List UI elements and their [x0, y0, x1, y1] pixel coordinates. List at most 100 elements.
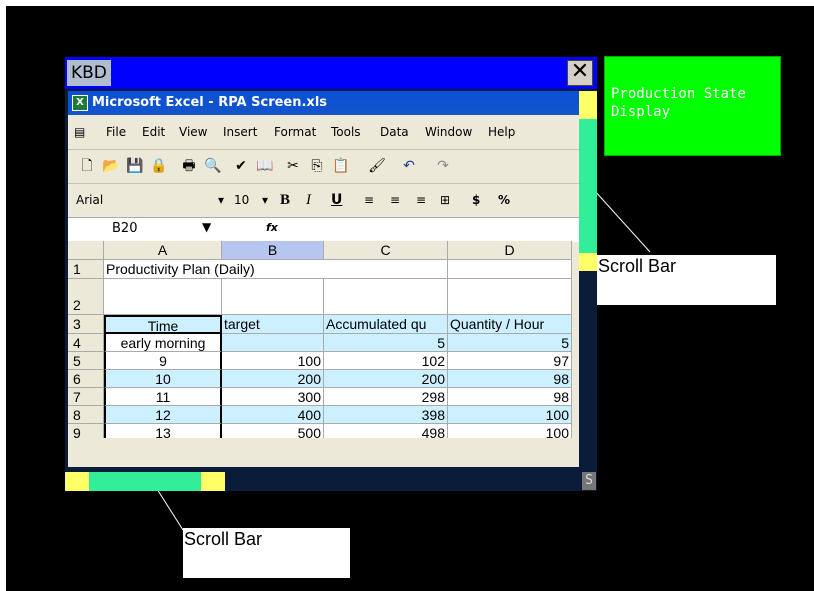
cut-icon[interactable]: ✂ — [284, 157, 302, 175]
fx-icon[interactable]: fx — [266, 221, 278, 234]
font-name-select[interactable]: Arial — [76, 191, 216, 209]
cell-accumulated[interactable]: 498 — [324, 424, 448, 438]
close-button[interactable]: ✕ — [567, 60, 593, 86]
paste-icon[interactable]: 📋 — [332, 157, 350, 175]
row-header[interactable]: 4 — [68, 334, 104, 352]
cell-accumulated[interactable]: 298 — [324, 388, 448, 406]
cell-quantity-hour[interactable]: 100 — [448, 406, 572, 424]
scroll-up-button[interactable] — [579, 91, 597, 119]
kbd-button[interactable]: KBD — [67, 60, 111, 86]
cell-time[interactable]: early morning — [104, 334, 222, 352]
row-header[interactable]: 5 — [68, 352, 104, 370]
row-header[interactable]: 2 — [68, 279, 104, 315]
cell-quantity-hour[interactable]: 98 — [448, 370, 572, 388]
horizontal-scroll-thumb[interactable] — [89, 472, 201, 491]
column-header-d[interactable]: D — [448, 241, 572, 260]
vertical-scroll-thumb[interactable] — [579, 119, 597, 253]
cell-time[interactable]: 12 — [104, 406, 222, 424]
cell-quantity-hour[interactable]: 97 — [448, 352, 572, 370]
underline-button[interactable]: U — [331, 191, 342, 209]
scroll-right-button[interactable] — [201, 472, 225, 491]
row-header[interactable]: 8 — [68, 406, 104, 424]
menu-format[interactable]: Format — [274, 125, 316, 139]
menu-data[interactable]: Data — [380, 125, 409, 139]
cell-target[interactable]: 300 — [222, 388, 324, 406]
name-box[interactable]: B20 — [112, 221, 137, 236]
currency-button[interactable]: $ — [472, 191, 480, 209]
header-accumulated[interactable]: Accumulated qu — [324, 315, 448, 334]
cell[interactable] — [448, 279, 572, 315]
cell[interactable] — [222, 279, 324, 315]
align-center-icon[interactable]: ≡ — [390, 191, 400, 209]
header-time[interactable]: Time — [104, 315, 222, 334]
menu-view[interactable]: View — [179, 125, 207, 139]
cell-quantity-hour[interactable]: 100 — [448, 424, 572, 438]
cell-quantity-hour[interactable]: 5 — [448, 334, 572, 352]
font-name-dropdown-icon[interactable]: ▾ — [218, 191, 224, 209]
row-header[interactable]: 3 — [68, 315, 104, 334]
horizontal-scrollbar[interactable] — [65, 472, 597, 491]
cell-target[interactable]: 500 — [222, 424, 324, 438]
permission-icon[interactable]: 🔒 — [150, 157, 168, 175]
cell-quantity-hour[interactable]: 98 — [448, 388, 572, 406]
cell-accumulated[interactable]: 5 — [324, 334, 448, 352]
cell-time[interactable]: 13 — [104, 424, 222, 438]
cell[interactable] — [324, 260, 448, 279]
cell-time[interactable]: 9 — [104, 352, 222, 370]
scroll-s-button[interactable]: S — [582, 472, 596, 490]
menu-window[interactable]: Window — [425, 125, 472, 139]
cell-accumulated[interactable]: 398 — [324, 406, 448, 424]
cell-time[interactable]: 10 — [104, 370, 222, 388]
research-icon[interactable]: 📖 — [256, 157, 274, 175]
align-left-icon[interactable]: ≡ — [364, 191, 374, 209]
scroll-left-button[interactable] — [65, 472, 89, 491]
row-header[interactable]: 9 — [68, 424, 104, 438]
align-right-icon[interactable]: ≡ — [416, 191, 426, 209]
percent-button[interactable]: % — [498, 191, 510, 209]
new-document-icon[interactable]: 🗋 — [78, 157, 96, 175]
corner-cell[interactable] — [68, 241, 104, 260]
save-icon[interactable]: 💾 — [126, 157, 144, 175]
bold-button[interactable]: B — [280, 191, 290, 209]
scroll-down-button[interactable] — [579, 253, 597, 271]
cell[interactable] — [324, 279, 448, 315]
menu-insert[interactable]: Insert — [223, 125, 257, 139]
row-header[interactable]: 6 — [68, 370, 104, 388]
sheet-title-cell[interactable]: Productivity Plan (Daily) — [104, 260, 324, 279]
cell-target[interactable]: 400 — [222, 406, 324, 424]
cell-target[interactable] — [222, 334, 324, 352]
font-size-dropdown-icon[interactable]: ▾ — [262, 191, 268, 209]
menu-help[interactable]: Help — [488, 125, 515, 139]
vertical-scrollbar[interactable] — [579, 91, 597, 467]
italic-button[interactable]: I — [306, 191, 311, 209]
copy-icon[interactable]: ⎘ — [308, 157, 326, 175]
cell-target[interactable]: 200 — [222, 370, 324, 388]
format-painter-icon[interactable]: 🖌 — [368, 157, 386, 175]
row-header[interactable]: 1 — [68, 260, 104, 279]
print-icon[interactable]: 🖶 — [180, 157, 198, 175]
cell-time[interactable]: 11 — [104, 388, 222, 406]
cell-target[interactable]: 100 — [222, 352, 324, 370]
open-folder-icon[interactable]: 📂 — [102, 157, 120, 175]
cell[interactable] — [104, 279, 222, 315]
name-box-dropdown-icon[interactable]: ▼ — [202, 220, 211, 234]
column-header-c[interactable]: C — [324, 241, 448, 260]
menu-edit[interactable]: Edit — [142, 125, 165, 139]
column-header-b[interactable]: B — [222, 241, 324, 260]
cell[interactable] — [448, 260, 572, 279]
header-target[interactable]: target — [222, 315, 324, 334]
cell-accumulated[interactable]: 200 — [324, 370, 448, 388]
merge-center-icon[interactable]: ⊞ — [440, 191, 450, 209]
undo-icon[interactable]: ↶ — [400, 157, 418, 175]
header-quantity-hour[interactable]: Quantity / Hour — [448, 315, 572, 334]
column-header-a[interactable]: A — [104, 241, 222, 260]
row-header[interactable]: 7 — [68, 388, 104, 406]
menu-file[interactable]: File — [106, 125, 126, 139]
redo-icon[interactable]: ↷ — [434, 157, 452, 175]
production-state-button[interactable]: Production State Display — [604, 56, 781, 156]
menu-tools[interactable]: Tools — [331, 125, 361, 139]
cell-accumulated[interactable]: 102 — [324, 352, 448, 370]
font-size-select[interactable]: 10 — [234, 191, 249, 209]
print-preview-icon[interactable]: 🔍 — [204, 157, 222, 175]
spelling-icon[interactable]: ✔ — [232, 157, 250, 175]
